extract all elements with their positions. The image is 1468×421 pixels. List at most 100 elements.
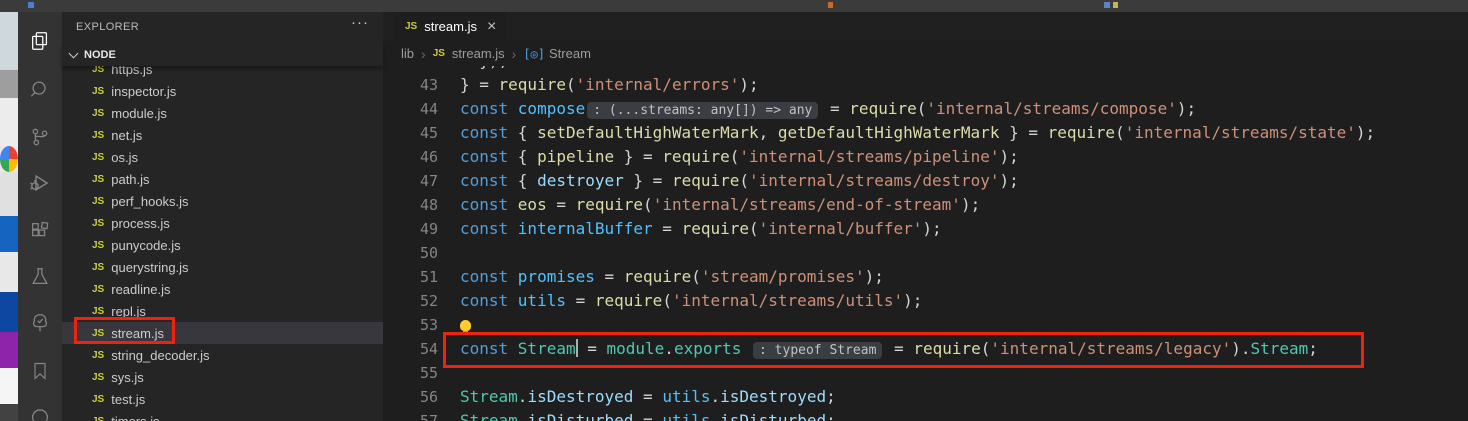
code-text: Stream.isDestroyed = utils.isDestroyed; (460, 385, 836, 409)
run-debug-icon[interactable] (18, 160, 62, 206)
code-line-51[interactable]: 51const promises = require('stream/promi… (383, 265, 1468, 289)
file-item-inspector-js[interactable]: JS inspector.js (62, 80, 383, 102)
file-item-test-js[interactable]: JStest.js (62, 388, 383, 410)
js-file-icon: JS (92, 218, 104, 229)
js-file-icon: JS (92, 86, 104, 97)
breadcrumb-item-lib[interactable]: lib (401, 46, 414, 61)
js-file-icon: JS (92, 416, 104, 421)
js-file-icon: JS (92, 350, 104, 361)
code-line-55[interactable]: 55 (383, 361, 1468, 385)
breadcrumb-item-stream-js[interactable]: JSstream.js (433, 46, 505, 61)
file-name: process.js (111, 216, 170, 231)
file-list: JShttps.js JS inspector.js JSmodule.js JS net… (62, 66, 383, 421)
code-line-52[interactable]: 52const utils = require('internal/stream… (383, 289, 1468, 313)
code-line-50[interactable]: 50 (383, 241, 1468, 265)
file-item-punycode-js[interactable]: JSpunycode.js (62, 234, 383, 256)
testing-beaker-icon[interactable] (18, 254, 62, 300)
breadcrumb-separator: › (421, 46, 426, 62)
code-line-47[interactable]: 47const { destroyer } = require('interna… (383, 169, 1468, 193)
code-line-54[interactable]: 54const Stream = module.exports : typeof… (383, 337, 1468, 361)
file-item-querystring-js[interactable]: JSquerystring.js (62, 256, 383, 278)
file-item-os-js[interactable]: JSos.js (62, 146, 383, 168)
folder-section-node[interactable]: NODE (62, 44, 383, 66)
js-file-icon: JS (92, 130, 104, 141)
file-name: readline.js (111, 282, 170, 297)
code-line-56[interactable]: 56Stream.isDestroyed = utils.isDestroyed… (383, 385, 1468, 409)
js-file-icon: JS (92, 284, 104, 295)
vscode-window: EXPLORER ··· NODE JShttps.js JS inspector.… (0, 0, 1468, 421)
code-editor[interactable]: 42 });43} = require('internal/errors');4… (383, 66, 1468, 421)
file-item-path-js[interactable]: JSpath.js (62, 168, 383, 190)
code-line-43[interactable]: 43} = require('internal/errors'); (383, 73, 1468, 97)
code-line-48[interactable]: 48const eos = require('internal/streams/… (383, 193, 1468, 217)
code-text: }); (460, 66, 508, 73)
code-line-57[interactable]: 57 Stream.isDisturbed = utils.isDisturbed… (383, 409, 1468, 421)
tab-stream-js[interactable]: JS stream.js × (393, 12, 506, 41)
file-item-net-js[interactable]: JS net.js (62, 124, 383, 146)
code-line-53[interactable]: 53 (383, 313, 1468, 337)
extension-partial-icon[interactable] (18, 396, 62, 421)
more-actions-icon[interactable]: ··· (351, 14, 369, 31)
file-item-https-js[interactable]: JShttps.js (62, 66, 383, 80)
background-speck (28, 2, 34, 8)
js-file-icon: JS (92, 306, 104, 317)
code-line-44[interactable]: 44const compose: (...streams: any[]) => … (383, 97, 1468, 121)
line-number: 44 (383, 97, 438, 121)
background-speck (828, 2, 833, 8)
code-text: const { pipeline } = require('internal/s… (460, 145, 1019, 169)
js-file-icon: JS (92, 262, 104, 273)
code-line-42[interactable]: 42 }); (383, 66, 1468, 73)
breadcrumb-label: Stream (549, 46, 591, 61)
code-line-49[interactable]: 49const internalBuffer = require('intern… (383, 217, 1468, 241)
code-text: const eos = require('internal/streams/en… (460, 193, 980, 217)
file-name: sys.js (111, 370, 144, 385)
file-item-readline-js[interactable]: JS readline.js (62, 278, 383, 300)
line-number: 47 (383, 169, 438, 193)
js-file-icon: JS (92, 196, 104, 207)
code-text: const { setDefaultHighWaterMark, getDefa… (460, 121, 1375, 145)
background-speck (1113, 2, 1118, 8)
js-file-icon: JS (92, 372, 104, 383)
file-name: net.js (111, 128, 142, 143)
breadcrumb-item-Stream[interactable]: [◎] Stream (523, 46, 591, 61)
tab-close-icon[interactable]: × (487, 19, 496, 35)
file-item-sys-js[interactable]: JS sys.js (62, 366, 383, 388)
js-file-icon: JS (92, 328, 104, 339)
file-item-stream-js[interactable]: JSstream.js (62, 322, 383, 344)
js-file-icon: JS (92, 174, 104, 185)
file-item-repl-js[interactable]: JSrepl.js (62, 300, 383, 322)
js-file-icon: JS (433, 48, 445, 59)
file-item-timers-js[interactable]: JStimers.js (62, 410, 383, 421)
explorer-icon[interactable] (18, 18, 62, 64)
code-line-45[interactable]: 45const { setDefaultHighWaterMark, getDe… (383, 121, 1468, 145)
line-number: 46 (383, 145, 438, 169)
file-item-process-js[interactable]: JS process.js (62, 212, 383, 234)
extensions-icon[interactable] (18, 208, 62, 254)
editor-group: JS stream.js × lib›JSstream.js›[◎]Stream… (383, 12, 1468, 421)
explorer-sidebar: EXPLORER ··· NODE JShttps.js JS inspector.… (62, 12, 383, 421)
activity-bar (18, 12, 62, 421)
file-item-perf_hooks-js[interactable]: JS perf_hooks.js (62, 190, 383, 212)
source-control-icon[interactable] (18, 114, 62, 160)
symbol-class-icon: [◎] (523, 47, 545, 61)
chevron-down-icon (69, 49, 79, 59)
code-text: Stream.isDisturbed = utils.isDisturbed; (460, 409, 836, 421)
code-text (460, 313, 471, 337)
inlay-hint: : typeof Stream (753, 342, 882, 359)
explorer-title: EXPLORER (76, 21, 139, 33)
folder-section-label: NODE (84, 49, 116, 61)
line-number: 42 (383, 66, 438, 73)
line-number: 57 (383, 409, 438, 421)
background-window-sliver (0, 12, 18, 421)
file-item-string_decoder-js[interactable]: JSstring_decoder.js (62, 344, 383, 366)
code-line-46[interactable]: 46 const { pipeline } = require('internal… (383, 145, 1468, 169)
search-icon[interactable] (18, 66, 62, 112)
file-name: perf_hooks.js (111, 194, 188, 209)
todo-tree-icon[interactable] (18, 300, 62, 346)
file-item-module-js[interactable]: JSmodule.js (62, 102, 383, 124)
file-name: inspector.js (111, 84, 176, 99)
line-number: 49 (383, 217, 438, 241)
bookmarks-icon[interactable] (18, 348, 62, 394)
tab-label: stream.js (424, 19, 477, 34)
file-name: test.js (111, 392, 145, 407)
